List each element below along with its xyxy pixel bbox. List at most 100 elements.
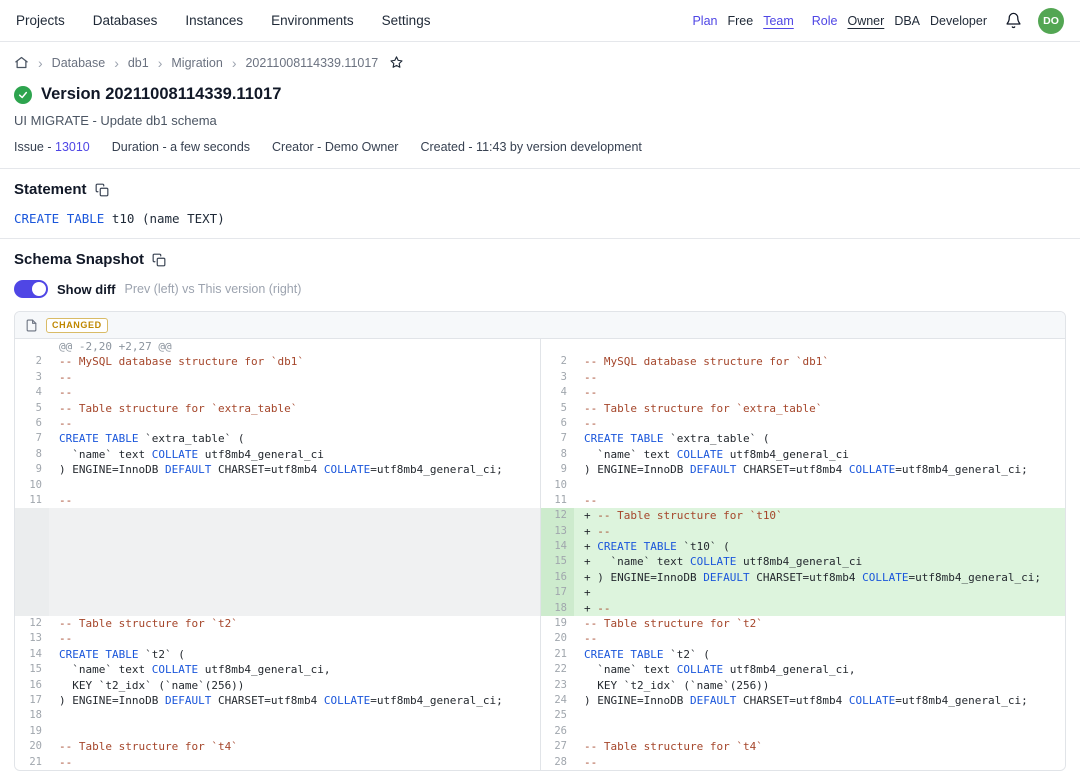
diff-code-left: @@ -2,20 +2,27 @@ xyxy=(49,339,540,354)
diff-code-left: -- xyxy=(49,631,540,646)
diff-line-number-right: 10 xyxy=(540,478,574,493)
diff-line-number-left: 7 xyxy=(15,431,49,446)
diff-code-right: ) ENGINE=InnoDB DEFAULT CHARSET=utf8mb4 … xyxy=(574,462,1065,477)
plan-option-team[interactable]: Team xyxy=(763,14,794,28)
diff-row: 1926 xyxy=(15,724,1065,739)
statement-code: CREATE TABLE t10 (name TEXT) xyxy=(14,211,1066,226)
show-diff-label: Show diff xyxy=(57,282,116,297)
diff-line-number-right: 18 xyxy=(540,601,574,616)
breadcrumb-separator-icon: › xyxy=(38,56,43,70)
role-label: Role xyxy=(812,14,838,28)
meta-row: Issue - 13010 Duration - a few seconds C… xyxy=(0,128,1080,168)
diff-line-number-right: 20 xyxy=(540,631,574,646)
show-diff-row: Show diff Prev (left) vs This version (r… xyxy=(14,280,1066,298)
diff-code-right: + ) ENGINE=InnoDB DEFAULT CHARSET=utf8mb… xyxy=(574,570,1065,585)
diff-line-number-left: 21 xyxy=(15,755,49,770)
diff-line-number-right: 21 xyxy=(540,647,574,662)
diff-line-number-left: 15 xyxy=(15,662,49,677)
diff-code-right: -- xyxy=(574,385,1065,400)
diff-code-left: ) ENGINE=InnoDB DEFAULT CHARSET=utf8mb4 … xyxy=(49,693,540,708)
diff-line-number-right: 15 xyxy=(540,554,574,569)
diff-code-right: `name` text COLLATE utf8mb4_general_ci, xyxy=(574,662,1065,677)
migration-subtitle: UI MIGRATE - Update db1 schema xyxy=(0,104,1080,128)
nav-item-instances[interactable]: Instances xyxy=(185,13,243,28)
diff-rows: @@ -2,20 +2,27 @@2-- MySQL database stru… xyxy=(15,339,1065,770)
plan-options: Free Team xyxy=(727,14,793,28)
changed-badge: CHANGED xyxy=(46,318,108,333)
diff-row: 12+ -- Table structure for `t10` xyxy=(15,508,1065,523)
diff-row: 3--3-- xyxy=(15,370,1065,385)
breadcrumb-item[interactable]: Migration xyxy=(171,56,222,70)
diff-row: 2-- MySQL database structure for `db1`2-… xyxy=(15,354,1065,369)
diff-line-number-right: 6 xyxy=(540,416,574,431)
diff-row: 1825 xyxy=(15,708,1065,723)
diff-row: 13+ -- xyxy=(15,524,1065,539)
breadcrumb-item[interactable]: db1 xyxy=(128,56,149,70)
home-icon[interactable] xyxy=(14,55,29,70)
diff-row: 13--20-- xyxy=(15,631,1065,646)
diff-code-right xyxy=(574,724,1065,739)
statement-copy-icon[interactable] xyxy=(95,183,109,197)
diff-line-number-left: 18 xyxy=(15,708,49,723)
nav-item-settings[interactable]: Settings xyxy=(382,13,431,28)
role-option-owner[interactable]: Owner xyxy=(847,14,884,28)
diff-line-number-right: 11 xyxy=(540,493,574,508)
diff-line-number-left xyxy=(15,508,49,523)
diff-row: 14+ CREATE TABLE `t10` ( xyxy=(15,539,1065,554)
diff-line-number-left: 14 xyxy=(15,647,49,662)
diff-line-number-left: 2 xyxy=(15,354,49,369)
diff-code-left: -- Table structure for `t4` xyxy=(49,739,540,754)
diff-line-number-right: 12 xyxy=(540,508,574,523)
plan-label: Plan xyxy=(692,14,717,28)
schema-copy-icon[interactable] xyxy=(152,253,166,267)
diff-line-number-right: 26 xyxy=(540,724,574,739)
diff-line-number-right: 22 xyxy=(540,662,574,677)
diff-code-left xyxy=(49,524,540,539)
breadcrumb-item[interactable]: 20211008114339.11017 xyxy=(245,56,378,70)
diff-line-number-right xyxy=(540,339,574,354)
diff-code-left xyxy=(49,601,540,616)
diff-line-number-left: 6 xyxy=(15,416,49,431)
diff-line-number-right: 25 xyxy=(540,708,574,723)
diff-line-number-left xyxy=(15,524,49,539)
diff-line-number-left: 17 xyxy=(15,693,49,708)
diff-header: CHANGED xyxy=(15,312,1065,339)
statement-heading: Statement xyxy=(14,181,87,198)
diff-code-right: KEY `t2_idx` (`name`(256)) xyxy=(574,678,1065,693)
diff-row: 14CREATE TABLE `t2` (21CREATE TABLE `t2`… xyxy=(15,647,1065,662)
diff-row: 15+ `name` text COLLATE utf8mb4_general_… xyxy=(15,554,1065,569)
diff-code-right: -- xyxy=(574,755,1065,770)
favorite-star-icon[interactable] xyxy=(389,55,404,70)
diff-line-number-right: 2 xyxy=(540,354,574,369)
notification-bell-icon[interactable] xyxy=(1005,12,1022,29)
diff-code-left: -- xyxy=(49,385,540,400)
diff-line-number-right: 7 xyxy=(540,431,574,446)
diff-row: 6--6-- xyxy=(15,416,1065,431)
show-diff-toggle[interactable] xyxy=(14,280,48,298)
diff-line-number-left: 8 xyxy=(15,447,49,462)
diff-row: 20-- Table structure for `t4`27-- Table … xyxy=(15,739,1065,754)
user-avatar[interactable]: DO xyxy=(1038,8,1064,34)
diff-row: 1010 xyxy=(15,478,1065,493)
diff-line-number-right: 9 xyxy=(540,462,574,477)
diff-code-right: + -- xyxy=(574,601,1065,616)
diff-code-left: `name` text COLLATE utf8mb4_general_ci, xyxy=(49,662,540,677)
diff-line-number-left xyxy=(15,601,49,616)
diff-line-number-right: 14 xyxy=(540,539,574,554)
issue-link[interactable]: 13010 xyxy=(55,140,90,154)
breadcrumb-item[interactable]: Database xyxy=(52,56,106,70)
plan-option-free[interactable]: Free xyxy=(727,14,753,28)
role-option-dba[interactable]: DBA xyxy=(894,14,920,28)
breadcrumb-separator-icon: › xyxy=(158,56,163,70)
diff-code-left xyxy=(49,508,540,523)
diff-code-right: -- Table structure for `extra_table` xyxy=(574,401,1065,416)
diff-row: 7CREATE TABLE `extra_table` (7CREATE TAB… xyxy=(15,431,1065,446)
diff-code-right xyxy=(574,478,1065,493)
nav-item-projects[interactable]: Projects xyxy=(16,13,65,28)
role-option-developer[interactable]: Developer xyxy=(930,14,987,28)
diff-line-number-left: 11 xyxy=(15,493,49,508)
diff-line-number-left xyxy=(15,585,49,600)
diff-line-number-left: 13 xyxy=(15,631,49,646)
nav-item-databases[interactable]: Databases xyxy=(93,13,158,28)
nav-item-environments[interactable]: Environments xyxy=(271,13,354,28)
